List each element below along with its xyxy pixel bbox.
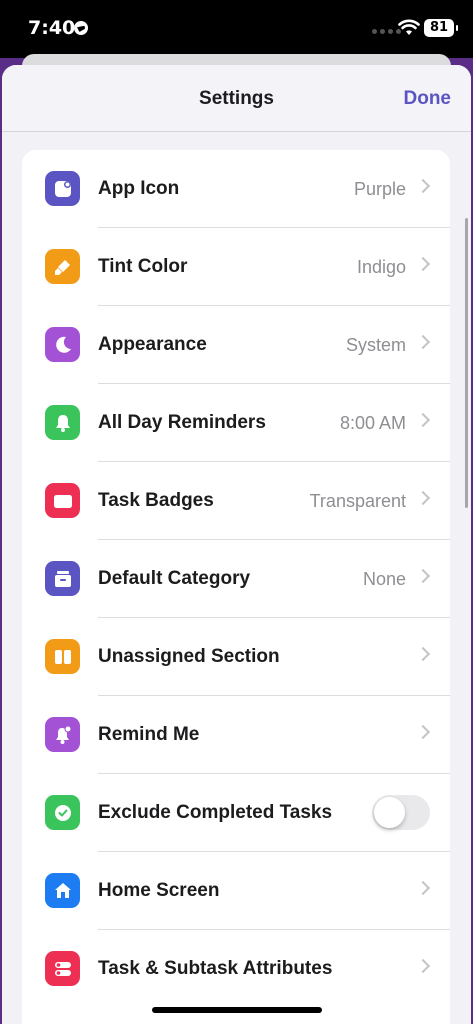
setting-label: Unassigned Section: [98, 646, 280, 667]
done-button[interactable]: Done: [404, 88, 452, 110]
setting-row-tint-color[interactable]: Tint Color Indigo: [22, 228, 450, 306]
setting-row-app-icon[interactable]: App Icon Purple: [22, 150, 450, 228]
setting-row-remind-me[interactable]: Remind Me: [22, 696, 450, 774]
chevron-right-icon: [415, 724, 431, 740]
moon-icon: [45, 327, 80, 362]
checkmark-circle-icon: [45, 795, 80, 830]
tray-icon: [45, 561, 80, 596]
setting-row-appearance[interactable]: Appearance System: [22, 306, 450, 384]
setting-value: Indigo: [356, 256, 406, 277]
setting-row-default-category[interactable]: Default Category None: [22, 540, 450, 618]
setting-label: Home Screen: [98, 880, 220, 901]
setting-value: System: [345, 334, 406, 355]
chevron-right-icon: [415, 490, 431, 506]
page-title: Settings: [199, 88, 274, 109]
chevron-right-icon: [415, 334, 431, 350]
globe-icon: [74, 21, 88, 35]
setting-value: 8:00 AM: [339, 412, 406, 433]
bell-icon: [45, 405, 80, 440]
chevron-right-icon: [415, 178, 431, 194]
setting-label: Appearance: [98, 334, 207, 355]
settings-sheet: Settings Done App Icon Purple Tint Color…: [2, 65, 471, 1024]
toggles-icon: [45, 951, 80, 986]
navigation-bar: Settings Done: [2, 65, 471, 132]
setting-label: App Icon: [98, 178, 180, 199]
exclude-completed-toggle[interactable]: [372, 795, 430, 830]
setting-label: Task & Subtask Attributes: [98, 958, 333, 979]
chevron-right-icon: [415, 256, 431, 272]
wifi-icon: [398, 19, 420, 35]
chevron-right-icon: [415, 412, 431, 428]
app-icon: [45, 171, 80, 206]
paintbrush-icon: [45, 249, 80, 284]
setting-row-home-screen[interactable]: Home Screen: [22, 852, 450, 930]
setting-label: Remind Me: [98, 724, 200, 745]
house-icon: [45, 873, 80, 908]
setting-row-task-badges[interactable]: Task Badges Transparent: [22, 462, 450, 540]
status-bar: 7:40 81: [0, 0, 473, 58]
columns-icon: [45, 639, 80, 674]
setting-row-all-day-reminders[interactable]: All Day Reminders 8:00 AM: [22, 384, 450, 462]
setting-value: Purple: [353, 178, 406, 199]
status-time: 7:40: [28, 17, 76, 39]
setting-label: Default Category: [98, 568, 251, 589]
setting-value: None: [362, 568, 406, 589]
setting-label: Task Badges: [98, 490, 214, 511]
settings-list: App Icon Purple Tint Color Indigo Appear…: [22, 150, 450, 1024]
setting-label: Tint Color: [98, 256, 188, 277]
home-indicator[interactable]: [152, 1007, 322, 1013]
chevron-right-icon: [415, 958, 431, 974]
setting-row-task-subtask-attributes[interactable]: Task & Subtask Attributes: [22, 930, 450, 1008]
setting-value: Transparent: [309, 490, 406, 511]
cellular-signal-icon: [372, 29, 401, 34]
chevron-right-icon: [415, 568, 431, 584]
chevron-right-icon: [415, 646, 431, 662]
chevron-right-icon: [415, 880, 431, 896]
setting-row-exclude-completed-tasks: Exclude Completed Tasks: [22, 774, 450, 852]
setting-label: Exclude Completed Tasks: [98, 802, 333, 823]
setting-row-unassigned-section[interactable]: Unassigned Section: [22, 618, 450, 696]
bell-badge-icon: [45, 717, 80, 752]
badge-icon: [45, 483, 80, 518]
setting-label: All Day Reminders: [98, 412, 266, 433]
battery-indicator: 81: [424, 19, 458, 37]
scroll-indicator[interactable]: [465, 218, 468, 508]
